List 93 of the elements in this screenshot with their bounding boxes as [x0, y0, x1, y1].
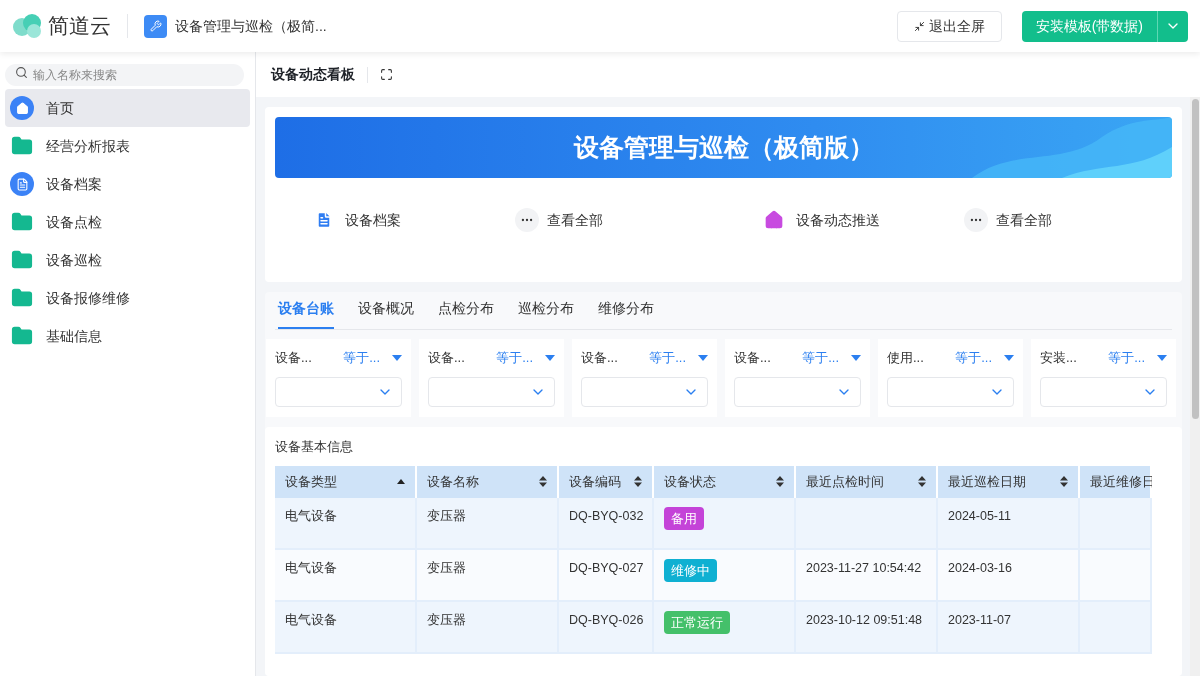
- table-cell: 变压器: [427, 612, 466, 627]
- app-icon: [144, 14, 167, 38]
- table-cell: DQ-BYQ-027: [569, 560, 644, 575]
- app-title: 设备管理与巡检（极简...: [175, 16, 327, 36]
- search-icon: [15, 66, 28, 79]
- sort-icon[interactable]: [539, 476, 547, 487]
- table-title: 设备基本信息: [275, 438, 354, 456]
- table-cell: 2023-11-07: [948, 612, 1011, 627]
- sidebar-label: 设备报修维修: [46, 288, 130, 308]
- table-cell: 电气设备: [285, 508, 337, 523]
- select-field[interactable]: [734, 376, 861, 407]
- document-icon: [10, 172, 34, 196]
- sidebar-item[interactable]: 首页: [5, 89, 250, 127]
- sort-icon[interactable]: [1060, 476, 1068, 487]
- operator-dropdown[interactable]: 等于...: [343, 348, 402, 368]
- select-field[interactable]: [428, 376, 555, 407]
- exit-fullscreen-button[interactable]: 退出全屏: [896, 10, 1002, 42]
- sidebar-item[interactable]: 设备巡检: [5, 241, 250, 279]
- caret-icon: [1157, 354, 1167, 361]
- page-title: 设备动态看板: [271, 65, 355, 84]
- folder-icon: [11, 249, 33, 271]
- caret-icon: [1004, 354, 1014, 361]
- brand-name: 简道云: [48, 13, 111, 40]
- sort-ascending-icon[interactable]: [397, 479, 405, 484]
- table-cell: 2023-10-12 09:51:48: [806, 612, 923, 627]
- folder-icon: [11, 287, 33, 309]
- folder-icon: [11, 325, 33, 347]
- table-cell: DQ-BYQ-026: [569, 612, 644, 627]
- table-cell: 2024-03-16: [948, 560, 1012, 575]
- tab[interactable]: 设备台账: [278, 298, 334, 329]
- cloud-logo-icon: [12, 12, 44, 40]
- caret-icon: [698, 354, 708, 361]
- filter-label: 设备...: [428, 349, 465, 367]
- sidebar-item[interactable]: 设备点检: [5, 203, 250, 241]
- operator-dropdown[interactable]: 等于...: [802, 348, 861, 368]
- operator-dropdown[interactable]: 等于...: [496, 348, 555, 368]
- status-tag: 正常运行: [664, 610, 730, 634]
- sort-icon[interactable]: [918, 476, 926, 487]
- home-icon: [763, 210, 784, 230]
- fullscreen-icon[interactable]: [380, 68, 393, 81]
- minimize-icon: [913, 20, 925, 32]
- table-cell: DQ-BYQ-032: [569, 508, 644, 523]
- sidebar-label: 设备巡检: [46, 250, 102, 270]
- home-icon: [10, 96, 34, 120]
- select-field[interactable]: [275, 376, 402, 407]
- operator-dropdown[interactable]: 等于...: [955, 348, 1014, 368]
- sidebar-label: 经营分析报表: [46, 136, 130, 156]
- caret-icon: [392, 354, 402, 361]
- caret-icon: [545, 354, 555, 361]
- filter-label: 设备...: [275, 349, 312, 367]
- tab[interactable]: 维修分布: [598, 298, 654, 329]
- filter-label: 使用...: [887, 349, 924, 367]
- folder-icon: [11, 211, 33, 233]
- operator-dropdown[interactable]: 等于...: [649, 348, 708, 368]
- table-cell: 电气设备: [285, 612, 337, 627]
- filter-label: 设备...: [581, 349, 618, 367]
- filter-label: 设备...: [734, 349, 771, 367]
- table-cell: 2024-05-11: [948, 508, 1011, 523]
- view-all-link[interactable]: 查看全部: [515, 208, 603, 232]
- dropdown-button[interactable]: [1157, 10, 1188, 42]
- search-field[interactable]: 输入名称来搜索: [5, 64, 244, 86]
- sidebar-label: 基础信息: [46, 326, 102, 346]
- status-tag: 维修中: [664, 558, 717, 582]
- tab[interactable]: 设备概况: [358, 298, 414, 329]
- sidebar-item[interactable]: 设备档案: [5, 165, 250, 203]
- folder-icon: [11, 135, 33, 157]
- sort-icon[interactable]: [634, 476, 642, 487]
- sidebar-label: 设备档案: [46, 174, 102, 194]
- table-cell: 电气设备: [285, 560, 337, 575]
- sidebar-item[interactable]: 设备报修维修: [5, 279, 250, 317]
- banner-title: 设备管理与巡检（极简版）: [573, 131, 874, 163]
- table-cell: 2023-11-27 10:54:42: [806, 560, 922, 575]
- sidebar-item[interactable]: 经营分析报表: [5, 127, 250, 165]
- view-all-link[interactable]: 查看全部: [963, 208, 1052, 232]
- sidebar-label: 设备点检: [46, 212, 102, 232]
- operator-dropdown[interactable]: 等于...: [1108, 348, 1167, 368]
- filter-label: 安装...: [1040, 349, 1077, 367]
- sort-icon[interactable]: [776, 476, 784, 487]
- caret-icon: [851, 354, 861, 361]
- document-icon: [315, 211, 333, 229]
- tab[interactable]: 巡检分布: [518, 298, 574, 329]
- shortcut-link[interactable]: 设备动态推送: [763, 209, 964, 231]
- status-tag: 备用: [664, 506, 704, 530]
- table-cell: 变压器: [427, 508, 466, 523]
- table-cell: 变压器: [427, 560, 466, 575]
- select-field[interactable]: [1040, 376, 1167, 407]
- sidebar-item[interactable]: 基础信息: [5, 317, 250, 355]
- scrollbar[interactable]: [1190, 97, 1200, 676]
- tab[interactable]: 点检分布: [438, 298, 494, 329]
- select-field[interactable]: [581, 376, 708, 407]
- shortcut-link[interactable]: 设备档案: [315, 209, 515, 231]
- select-field[interactable]: [887, 376, 1014, 407]
- sidebar-label: 首页: [46, 98, 74, 118]
